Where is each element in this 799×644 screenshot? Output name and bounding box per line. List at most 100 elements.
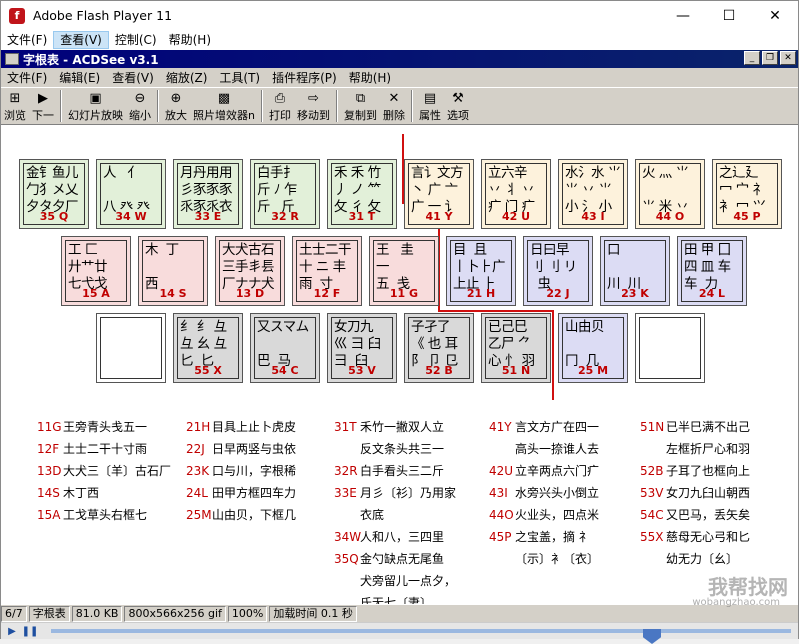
flash-player-window: f Adobe Flash Player 11 — ☐ ✕ 文件(F) 查看(V… xyxy=(0,0,799,644)
pause-icon[interactable]: ❚❚ xyxy=(22,625,39,637)
toolbar-button-slideshow[interactable]: ▣ 幻灯片放映 xyxy=(65,88,126,123)
play-icon[interactable]: ▶ xyxy=(5,625,19,637)
key-v: 女刀九 巛 彐 臼 彐 臼 53 V xyxy=(327,313,397,383)
key-h: 目 且 丨卜⺊广 上止 ⺊ 21 H xyxy=(446,236,516,306)
toolbar-button-print[interactable]: ⎙ 打印 xyxy=(266,88,294,123)
legend-code: 41Y xyxy=(489,420,512,434)
seek-thumb[interactable] xyxy=(643,629,661,644)
maximize-button[interactable]: ☐ xyxy=(706,1,752,30)
acdsee-restore-button[interactable]: ❐ xyxy=(762,51,778,65)
legend-text: 日早两竖与虫依 xyxy=(212,442,297,456)
acdsee-menu-plugins[interactable]: 插件程序(P) xyxy=(266,69,343,86)
key-code: 43 I xyxy=(581,210,605,223)
acdsee-menu-edit[interactable]: 编辑(E) xyxy=(53,69,106,86)
acdsee-menu-zoom[interactable]: 缩放(Z) xyxy=(160,69,214,86)
key-code: 53 V xyxy=(348,364,376,377)
legend-row: 34W人和八，三四里 xyxy=(334,526,456,548)
key-radicals: 之辶廴 冖 宀 礻 衤 冖 ⺍ xyxy=(719,165,766,215)
legend-row: 衣底 xyxy=(334,504,456,526)
legend-row: 42U 立辛两点六门疒 xyxy=(489,460,599,482)
acdsee-menu-file[interactable]: 文件(F) xyxy=(1,69,53,86)
legend-row: 23K 口与川，字根稀 xyxy=(186,460,296,482)
toolbar-button-copy-to[interactable]: ⧉ 复制到 xyxy=(341,88,380,123)
legend-text: 木丁西 xyxy=(63,486,100,500)
key-r: 白手扌 斤 ﾉ 乍 斤 斤 32 R xyxy=(250,159,320,229)
key-code: 41 Y xyxy=(425,210,453,223)
key-face: 水氵水 ⺌ ⺌ 丷 ⺌ 小 氵 小 43 I xyxy=(562,163,624,225)
zoom-out-icon: ⊖ xyxy=(134,90,146,106)
legend-text: 女刀九臼山朝西 xyxy=(666,486,751,500)
legend-code: 15A xyxy=(37,508,61,522)
key-radicals: 白手扌 斤 ﾉ 乍 斤 斤 xyxy=(257,165,297,215)
acdsee-menu-tools[interactable]: 工具(T) xyxy=(213,69,266,86)
toolbar-button-next[interactable]: ▶ 下一 xyxy=(29,88,57,123)
toolbar-button-options[interactable]: ⚒ 选项 xyxy=(444,88,472,123)
key-code: 21 H xyxy=(466,287,496,300)
key-radicals: 山由贝 冂 几 xyxy=(565,319,605,369)
acdsee-minimize-button[interactable]: _ xyxy=(744,51,760,65)
key-face: 金钅鱼儿 勹犭メ乂 夕タ夕厂 35 Q xyxy=(23,163,85,225)
toolbar-button-zoom-out[interactable]: ⊖ 缩小 xyxy=(126,88,154,123)
acdsee-toolbar: ⊞ 浏览 ▶ 下一 ▣ 幻灯片放映 ⊖ 缩小 ⊕ 放大 ▩ 照片增效器n ⎙ 打印 ⇨ 移动到 ⧉ 复制到 ✕ 删除 ▤… xyxy=(1,87,798,125)
toolbar-button-move-to[interactable]: ⇨ 移动到 xyxy=(294,88,333,123)
menu-control[interactable]: 控制(C) xyxy=(109,31,163,49)
legend-text: 土士二干十寸雨 xyxy=(63,442,148,456)
legend-row: 幼无力〔幺〕 xyxy=(640,548,750,570)
legend-text: 大犬三〔羊〕古石厂 xyxy=(63,464,172,478)
key-radicals: 禾 禾 竹 丿 ノ ⺮ 攵 彳 攵 xyxy=(334,165,381,215)
toolbar-button-delete[interactable]: ✕ 删除 xyxy=(380,88,408,123)
legend-code: 53V xyxy=(640,486,664,500)
key-face xyxy=(100,317,162,379)
legend-code: 34W xyxy=(334,530,362,544)
acdsee-close-button[interactable]: ✕ xyxy=(780,51,796,65)
key-y: 言讠文方 丶 广 亠 广 一 讠 41 Y xyxy=(404,159,474,229)
legend-text: 田甲方框四车力 xyxy=(212,486,297,500)
legend-code: 32R xyxy=(334,464,358,478)
acdsee-menu-help[interactable]: 帮助(H) xyxy=(343,69,397,86)
legend-row: 55X 慈母无心弓和匕 xyxy=(640,526,750,548)
watermark-url: wobangzhao.com xyxy=(692,597,780,608)
toolbar-label: 缩小 xyxy=(129,109,151,122)
legend-col3: 31T 禾竹一撇双人立 反文条头共三一 32R 白手看头三二斤 33E 月彡〔衫〕乃用家 衣底… xyxy=(334,416,456,614)
menu-help[interactable]: 帮助(H) xyxy=(163,31,217,49)
toolbar-button-browse[interactable]: ⊞ 浏览 xyxy=(1,88,29,123)
acdsee-menu-view[interactable]: 查看(V) xyxy=(106,69,160,86)
key-radicals: 月丹用用 彡豕豕豕 乑豕乑衣 xyxy=(180,165,233,215)
legend-text: 子耳了也框向上 xyxy=(666,464,751,478)
minimize-button[interactable]: — xyxy=(660,1,706,30)
menu-view[interactable]: 查看(V) xyxy=(53,31,109,49)
toolbar-button-photo-enhancer[interactable]: ▩ 照片增效器n xyxy=(190,88,258,123)
legend-code: 44O xyxy=(489,508,514,522)
key-radicals: 田 甲 囗 四 皿 车 车 力 xyxy=(684,242,731,292)
window-title: Adobe Flash Player 11 xyxy=(33,8,173,23)
toolbar-label: 照片增效器n xyxy=(193,109,255,122)
photo-enhancer-icon: ▩ xyxy=(217,90,231,106)
legend-code: 42U xyxy=(489,464,514,478)
legend-text: 山由贝，下框几 xyxy=(212,508,297,522)
menu-file[interactable]: 文件(F) xyxy=(1,31,53,49)
key-face: 纟 纟 彑 彑 幺 彑 匕 匕 55 X xyxy=(177,317,239,379)
toolbar-separator xyxy=(335,90,338,122)
key-radicals: 立六辛 丷 丬 丷 疒 门 疒 xyxy=(488,165,535,215)
legend-code: 31T xyxy=(334,420,357,434)
key-face: 禾 禾 竹 丿 ノ ⺮ 攵 彳 攵 31 T xyxy=(331,163,393,225)
key-radicals: 工 匚 廾艹廿 七弋戈 xyxy=(68,242,108,292)
seek-track[interactable] xyxy=(51,629,791,644)
legend-code: 13D xyxy=(37,464,62,478)
key-face: 子孑了 《 也 耳 阝 卩 㔾 52 B xyxy=(408,317,470,379)
toolbar-button-properties[interactable]: ▤ 属性 xyxy=(416,88,444,123)
legend-row: 52B 子耳了也框向上 xyxy=(640,460,750,482)
key-code: 15 A xyxy=(82,287,110,300)
legend-row: 14S 木丁西 xyxy=(37,482,171,504)
key-radicals: 女刀九 巛 彐 臼 彐 臼 xyxy=(334,319,381,369)
legend-row: 13D大犬三〔羊〕古石厂 xyxy=(37,460,171,482)
key-face xyxy=(639,317,701,379)
close-button[interactable]: ✕ xyxy=(752,1,798,30)
key-face: 口 川 川 23 K xyxy=(604,240,666,302)
key-radicals: 火 灬 ⺌ ⺌ 米 丷 xyxy=(642,165,689,215)
toolbar-label: 删除 xyxy=(382,109,405,122)
toolbar-button-zoom-in[interactable]: ⊕ 放大 xyxy=(162,88,190,123)
legend-code: 14S xyxy=(37,486,60,500)
legend-row: 反文条头共三一 xyxy=(334,438,456,460)
toolbar-separator xyxy=(410,90,413,122)
